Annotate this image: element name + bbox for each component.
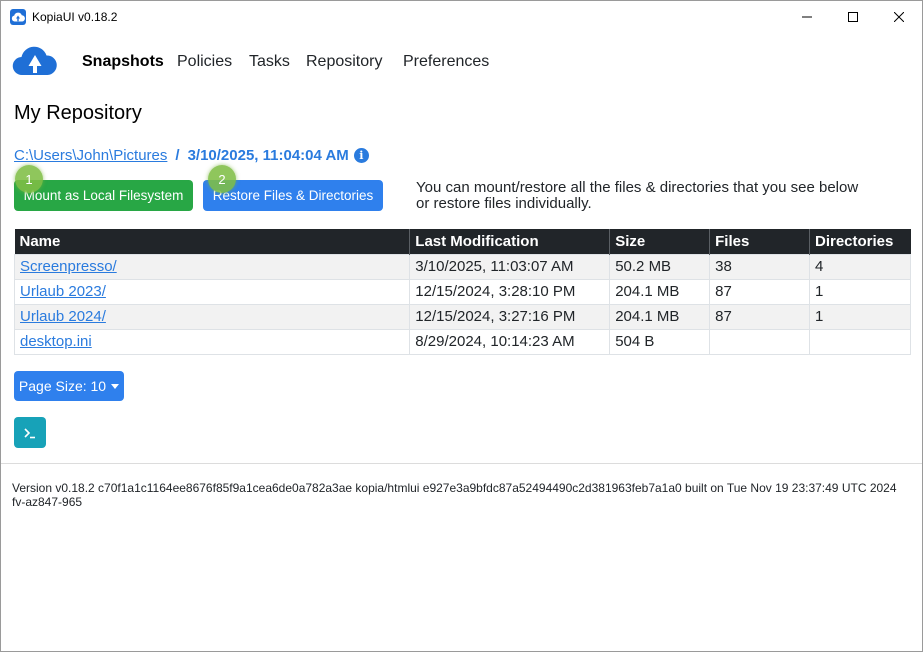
cell-name: Urlaub 2024/ (13, 303, 411, 330)
breadcrumb-path-link[interactable]: C:\Users\John\Pictures (14, 147, 167, 164)
column-header-name[interactable]: Name (14, 229, 411, 254)
page-size-dropdown[interactable]: Page Size: 10 (14, 371, 124, 401)
minimize-icon (802, 16, 812, 17)
breadcrumb: C:\Users\John\Pictures / 3/10/2025, 11:0… (14, 147, 369, 164)
cell-files: 87 (709, 303, 810, 330)
maximize-button[interactable] (830, 1, 876, 32)
cell-files (709, 328, 810, 355)
cell-size: 504 B (609, 328, 711, 355)
column-header-size[interactable]: Size (609, 229, 711, 254)
nav-preferences[interactable]: Preferences (403, 53, 489, 71)
kopia-app-icon (10, 9, 26, 25)
kopia-cloud-logo[interactable] (12, 44, 58, 83)
cell-name: desktop.ini (13, 328, 411, 355)
table-row: Urlaub 2024/ 12/15/2024, 3:27:16 PM 204.… (13, 303, 911, 330)
table-row: desktop.ini 8/29/2024, 10:14:23 AM 504 B (13, 328, 911, 355)
column-header-last-modification[interactable]: Last Modification (409, 229, 611, 254)
column-header-directories[interactable]: Directories (809, 229, 911, 254)
table-header-row: Name Last Modification Size Files Direct… (14, 229, 911, 254)
cell-files: 87 (709, 278, 810, 305)
terminal-icon (24, 427, 35, 438)
cell-modified: 12/15/2024, 3:28:10 PM (409, 278, 611, 305)
cell-size: 204.1 MB (609, 278, 711, 305)
top-nav: Snapshots Policies Tasks Repository Pref… (1, 37, 922, 87)
step-badge-2: 2 (208, 165, 236, 193)
nav-repository[interactable]: Repository (306, 53, 382, 71)
maximize-icon (848, 11, 858, 22)
cell-directories: 1 (809, 278, 911, 305)
minimize-button[interactable] (784, 1, 830, 32)
version-info: Version v0.18.2 c70f1a1c1164ee8676f85f9a… (12, 481, 897, 509)
table-row: Screenpresso/ 3/10/2025, 11:03:07 AM 50.… (13, 253, 911, 280)
nav-tasks[interactable]: Tasks (249, 53, 290, 71)
column-header-files[interactable]: Files (709, 229, 810, 254)
cell-directories: 1 (809, 303, 911, 330)
page-size-label: Page Size: 10 (18, 378, 107, 394)
entry-link[interactable]: Urlaub 2023/ (20, 283, 106, 300)
table-row: Urlaub 2023/ 12/15/2024, 3:28:10 PM 204.… (13, 278, 911, 305)
entry-link[interactable]: Urlaub 2024/ (20, 308, 106, 325)
nav-snapshots[interactable]: Snapshots (82, 53, 164, 71)
cell-size: 204.1 MB (609, 303, 711, 330)
chevron-down-icon (111, 383, 120, 389)
title-bar: KopiaUI v0.18.2 (1, 1, 922, 32)
page-title: My Repository (14, 102, 142, 124)
cell-size: 50.2 MB (609, 253, 711, 280)
cell-modified: 3/10/2025, 11:03:07 AM (409, 253, 611, 280)
cell-name: Screenpresso/ (13, 253, 411, 280)
cell-directories: 4 (809, 253, 911, 280)
cell-directories (809, 328, 911, 355)
nav-policies[interactable]: Policies (177, 53, 232, 71)
cell-name: Urlaub 2023/ (13, 278, 411, 305)
entry-link[interactable]: desktop.ini (20, 333, 92, 350)
app-window: KopiaUI v0.18.2 Snapshots Policies Tasks… (0, 0, 923, 652)
step-badge-1: 1 (15, 165, 43, 193)
footer-divider (1, 463, 922, 464)
close-icon (894, 11, 904, 22)
cell-modified: 8/29/2024, 10:14:23 AM (409, 328, 611, 355)
terminal-button[interactable] (14, 417, 46, 448)
cell-files: 38 (709, 253, 810, 280)
help-text: You can mount/restore all the files & di… (416, 179, 859, 212)
close-button[interactable] (876, 1, 922, 32)
info-icon[interactable]: i (353, 148, 369, 163)
cell-modified: 12/15/2024, 3:27:16 PM (409, 303, 611, 330)
breadcrumb-separator: / (175, 147, 180, 164)
entry-link[interactable]: Screenpresso/ (20, 258, 117, 275)
snapshot-timestamp: 3/10/2025, 11:04:04 AM (187, 147, 349, 164)
window-title: KopiaUI v0.18.2 (32, 10, 118, 24)
files-table: Name Last Modification Size Files Direct… (13, 229, 911, 355)
